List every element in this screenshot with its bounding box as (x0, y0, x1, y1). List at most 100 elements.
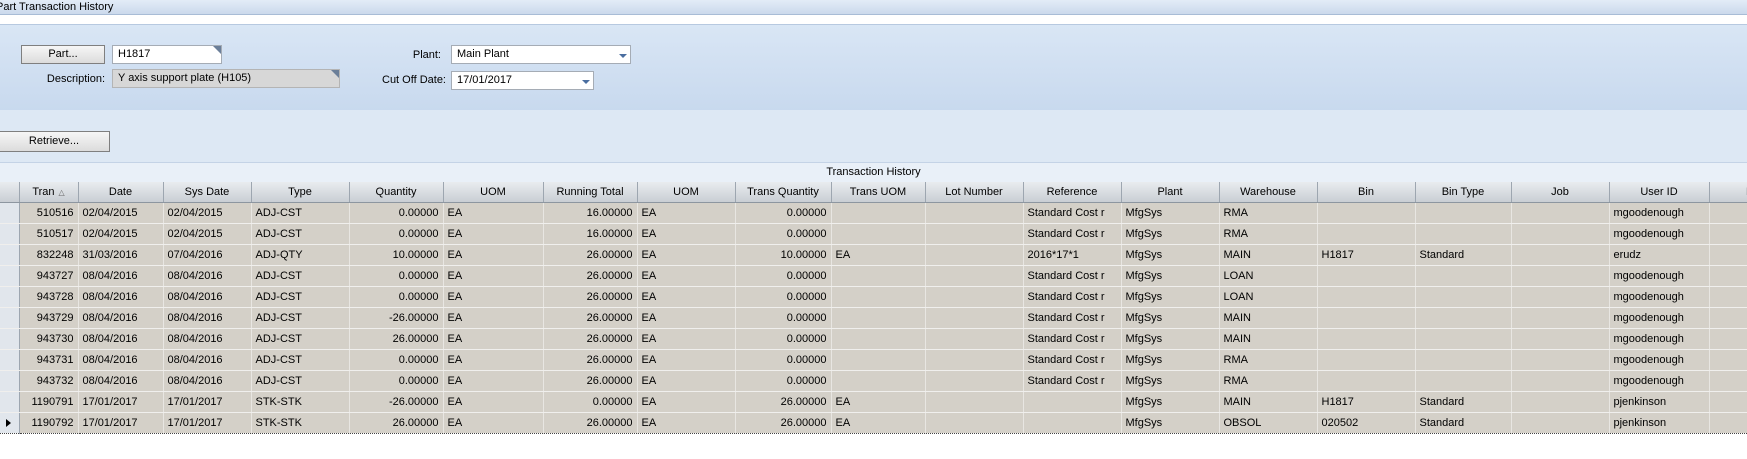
table-cell[interactable]: mgoodenough (1609, 370, 1710, 392)
plant-dropdown[interactable]: Main Plant (451, 45, 631, 64)
table-cell[interactable]: EA (443, 202, 544, 224)
table-cell[interactable] (1317, 370, 1416, 392)
table-cell[interactable]: 08/04/2016 (163, 265, 252, 287)
table-cell[interactable]: MAIN (1219, 328, 1318, 350)
table-cell[interactable]: Standard Cost r (1023, 286, 1122, 308)
table-cell[interactable] (1709, 391, 1747, 413)
table-cell[interactable]: 943729 (19, 307, 79, 329)
table-row[interactable]: 943730 08/04/2016 08/04/2016 ADJ-CST 26.0000… (0, 328, 1747, 350)
column-header-quantity[interactable]: Quantity (349, 182, 444, 203)
table-cell[interactable] (1709, 286, 1747, 308)
column-header-user-id[interactable]: User ID (1609, 182, 1710, 203)
table-cell[interactable] (1709, 307, 1747, 329)
table-cell[interactable]: ADJ-CST (251, 223, 350, 245)
table-cell[interactable]: MfgSys (1121, 223, 1220, 245)
table-cell[interactable]: MfgSys (1121, 265, 1220, 287)
table-cell[interactable]: Standard Cost r (1023, 349, 1122, 371)
table-cell[interactable]: 08/04/2016 (78, 286, 164, 308)
table-cell[interactable]: 08/04/2016 (78, 328, 164, 350)
row-indicator[interactable] (0, 370, 20, 392)
table-row[interactable]: 510517 02/04/2015 02/04/2015 ADJ-CST 0.00000… (0, 223, 1747, 245)
table-cell[interactable]: 0.00000 (735, 286, 832, 308)
row-indicator[interactable] (0, 223, 20, 245)
column-header-sys-date[interactable]: Sys Date (163, 182, 252, 203)
table-cell[interactable]: 832248 (19, 244, 79, 266)
table-cell[interactable]: MAIN (1219, 307, 1318, 329)
table-cell[interactable]: 510516 (19, 202, 79, 224)
table-row[interactable]: 510516 02/04/2015 02/04/2015 ADJ-CST 0.00000… (0, 202, 1747, 224)
table-cell[interactable] (831, 370, 926, 392)
table-cell[interactable] (831, 349, 926, 371)
column-header-tran[interactable]: Tran △ (19, 182, 79, 203)
table-cell[interactable] (1317, 202, 1416, 224)
table-cell[interactable] (1415, 223, 1512, 245)
table-cell[interactable] (925, 286, 1024, 308)
table-cell[interactable] (925, 370, 1024, 392)
table-cell[interactable] (831, 307, 926, 329)
table-cell[interactable]: mgoodenough (1609, 349, 1710, 371)
table-cell[interactable]: Standard (1415, 244, 1512, 266)
table-cell[interactable]: OBSOL (1219, 412, 1318, 434)
table-row[interactable]: 1190791 17/01/2017 17/01/2017 STK-STK -26.00… (0, 391, 1747, 413)
table-cell[interactable]: MfgSys (1121, 328, 1220, 350)
table-cell[interactable]: 0.00000 (735, 370, 832, 392)
table-cell[interactable] (1317, 328, 1416, 350)
table-row[interactable]: 943732 08/04/2016 08/04/2016 ADJ-CST 0.00000… (0, 370, 1747, 392)
table-cell[interactable] (925, 244, 1024, 266)
table-cell[interactable]: mgoodenough (1609, 307, 1710, 329)
table-cell[interactable]: Standard Cost r (1023, 307, 1122, 329)
table-cell[interactable]: 02/04/2015 (78, 223, 164, 245)
table-cell[interactable]: 02/04/2015 (78, 202, 164, 224)
table-cell[interactable]: 0.00000 (735, 202, 832, 224)
table-cell[interactable]: RMA (1219, 349, 1318, 371)
table-row[interactable]: 943731 08/04/2016 08/04/2016 ADJ-CST 0.00000… (0, 349, 1747, 371)
table-cell[interactable]: 0.00000 (349, 370, 444, 392)
part-number-field[interactable]: H1817 (112, 45, 222, 64)
table-cell[interactable]: EA (637, 286, 736, 308)
table-cell[interactable] (925, 202, 1024, 224)
table-cell[interactable]: 510517 (19, 223, 79, 245)
table-cell[interactable]: Standard Cost r (1023, 265, 1122, 287)
table-cell[interactable] (1415, 307, 1512, 329)
table-cell[interactable]: LOAN (1219, 286, 1318, 308)
table-cell[interactable]: -26.00000 (349, 307, 444, 329)
column-header-date[interactable]: Date (78, 182, 164, 203)
table-cell[interactable]: 0.00000 (349, 286, 444, 308)
table-cell[interactable]: mgoodenough (1609, 286, 1710, 308)
table-cell[interactable]: 26.00000 (543, 244, 638, 266)
table-cell[interactable]: EA (443, 412, 544, 434)
table-cell[interactable] (1709, 223, 1747, 245)
table-cell[interactable] (1023, 391, 1122, 413)
table-cell[interactable]: 08/04/2016 (78, 370, 164, 392)
table-cell[interactable]: Standard Cost r (1023, 223, 1122, 245)
table-cell[interactable]: 17/01/2017 (78, 412, 164, 434)
table-cell[interactable]: 26.00000 (543, 349, 638, 371)
table-cell[interactable]: ADJ-CST (251, 370, 350, 392)
table-cell[interactable]: MfgSys (1121, 370, 1220, 392)
table-cell[interactable] (1317, 349, 1416, 371)
table-cell[interactable] (1317, 307, 1416, 329)
table-cell[interactable]: 08/04/2016 (78, 307, 164, 329)
row-indicator[interactable] (0, 265, 20, 287)
table-cell[interactable] (831, 223, 926, 245)
table-cell[interactable] (1415, 370, 1512, 392)
table-cell[interactable]: 10.00000 (735, 244, 832, 266)
table-cell[interactable] (1415, 349, 1512, 371)
column-header-uom[interactable]: UOM (637, 182, 736, 203)
table-cell[interactable]: ADJ-CST (251, 349, 350, 371)
table-cell[interactable] (1415, 265, 1512, 287)
table-row[interactable]: 832248 31/03/2016 07/04/2016 ADJ-QTY 10.0000… (0, 244, 1747, 266)
table-cell[interactable]: ADJ-CST (251, 286, 350, 308)
table-cell[interactable]: EA (443, 307, 544, 329)
row-indicator[interactable] (0, 349, 20, 371)
table-cell[interactable]: 26.00000 (735, 391, 832, 413)
table-cell[interactable]: 0.00000 (735, 265, 832, 287)
table-cell[interactable]: 0.00000 (735, 223, 832, 245)
table-cell[interactable]: 0.00000 (349, 202, 444, 224)
table-cell[interactable]: EA (443, 265, 544, 287)
table-cell[interactable]: 1190792 (19, 412, 79, 434)
row-indicator[interactable] (0, 391, 20, 413)
table-cell[interactable]: RMA (1219, 202, 1318, 224)
table-cell[interactable] (831, 286, 926, 308)
table-cell[interactable]: ADJ-CST (251, 202, 350, 224)
